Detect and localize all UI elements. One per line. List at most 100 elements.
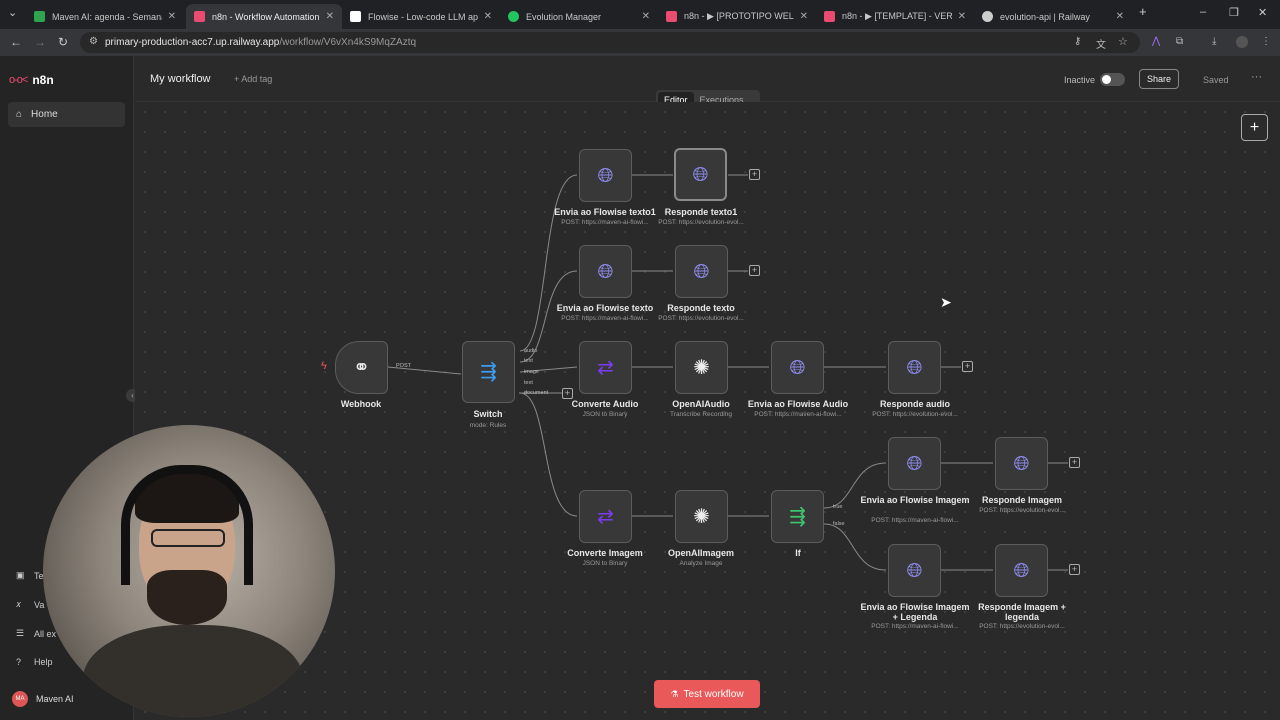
download-icon[interactable]: ⤓ xyxy=(1212,36,1216,47)
connection xyxy=(519,174,578,352)
saved-status: Saved xyxy=(1203,75,1229,85)
globe-icon: 🌐︎ xyxy=(906,452,923,475)
switch-node[interactable]: ⇶ xyxy=(462,341,515,403)
close-tab-icon[interactable]: ✕ xyxy=(958,11,966,22)
tab-favicon-icon xyxy=(350,11,361,22)
workflow-name[interactable]: My workflow xyxy=(150,73,211,85)
connection xyxy=(823,523,887,571)
http-node-flowise-texto1[interactable]: 🌐︎ xyxy=(579,149,632,202)
address-bar[interactable]: ⚙ primary-production-acc7.up.railway.app… xyxy=(80,32,1140,53)
openai-image-node[interactable]: ✺ xyxy=(675,490,728,543)
node-subtitle: POST: https://maven-ai-flowi... xyxy=(754,411,842,418)
convert-arrows-icon: ⇄ xyxy=(597,356,614,379)
avatar: MA xyxy=(12,691,28,707)
test-workflow-button[interactable]: ⚗ Test workflow xyxy=(654,680,760,708)
close-tab-icon[interactable]: ✕ xyxy=(168,11,176,22)
openai-icon: ✺ xyxy=(693,356,710,379)
http-node-flowise-imagem[interactable]: 🌐︎ xyxy=(888,437,941,490)
add-connection-button[interactable]: + xyxy=(562,388,573,399)
http-node-responde-imagem-legenda[interactable]: 🌐︎ xyxy=(995,544,1048,597)
site-info-icon[interactable]: ⚙ xyxy=(89,36,98,47)
reload-icon[interactable]: ↻ xyxy=(58,35,68,49)
http-node-responde-audio[interactable]: 🌐︎ xyxy=(888,341,941,394)
browser-tab-1[interactable]: Maven AI: agenda - Semana de✕ xyxy=(26,4,184,29)
http-node-flowise-imagem-legenda[interactable]: 🌐︎ xyxy=(888,544,941,597)
browser-tab-3[interactable]: Flowise - Low-code LLM apps b✕ xyxy=(342,4,500,29)
plus-icon: + xyxy=(1249,118,1260,136)
convert-image-node[interactable]: ⇄ xyxy=(579,490,632,543)
more-options-icon[interactable]: ··· xyxy=(1251,71,1262,83)
close-tab-icon[interactable]: ✕ xyxy=(642,11,650,22)
node-label: Envia ao Flowise texto1 xyxy=(554,207,656,217)
node-label: OpenAIImagem xyxy=(667,548,734,558)
node-label: Envia ao Flowise Audio xyxy=(747,399,849,409)
http-node-responde-imagem[interactable]: 🌐︎ xyxy=(995,437,1048,490)
extensions-puzzle-icon[interactable]: ⧉ xyxy=(1176,36,1183,47)
webhook-node[interactable]: ⚭ xyxy=(335,341,388,394)
port-label: text xyxy=(524,380,533,386)
node-subtitle: POST: https://maven-ai-flowi... xyxy=(871,623,959,630)
close-tab-icon[interactable]: ✕ xyxy=(484,11,492,22)
if-node[interactable]: ⇶ xyxy=(771,490,824,543)
close-tab-icon[interactable]: ✕ xyxy=(1116,11,1124,22)
translate-icon[interactable]: 文 xyxy=(1096,36,1106,51)
convert-audio-node[interactable]: ⇄ xyxy=(579,341,632,394)
sidebar-item-templates[interactable]: ▣ Te xyxy=(16,570,44,581)
tab-search-icon[interactable]: ⌄ xyxy=(8,6,17,19)
node-label: Converte Imagem xyxy=(567,548,643,558)
add-node-after-button[interactable]: + xyxy=(749,265,760,276)
browser-tab-2[interactable]: n8n - Workflow Automation ✕ xyxy=(186,4,342,29)
sidebar-item-variables[interactable]: 𝑥 Va xyxy=(16,599,44,610)
close-window-icon[interactable]: ✕ xyxy=(1258,6,1267,19)
browser-menu-icon[interactable]: ⋮ xyxy=(1261,36,1271,47)
close-tab-icon[interactable]: ✕ xyxy=(800,11,808,22)
minimize-icon[interactable]: – xyxy=(1200,6,1206,18)
maximize-icon[interactable]: ❐ xyxy=(1229,6,1239,19)
browser-tab-7[interactable]: evolution-api | Railway ✕ xyxy=(974,4,1132,29)
headset-icon xyxy=(121,465,253,585)
node-subtitle: POST: https://evolution-evol... xyxy=(658,315,744,322)
variables-icon: 𝑥 xyxy=(16,599,22,609)
add-node-after-button[interactable]: + xyxy=(962,361,973,372)
node-subtitle: Transcribe Recording xyxy=(670,411,732,418)
node-label: Responde texto xyxy=(667,303,735,313)
sidebar-item-executions[interactable]: ☰ All ex xyxy=(16,628,56,639)
new-tab-icon[interactable]: + xyxy=(1139,4,1147,19)
add-node-button[interactable]: + xyxy=(1241,114,1268,141)
flask-icon: ⚗ xyxy=(670,688,679,699)
node-label: Responde Imagem xyxy=(981,495,1063,505)
add-node-after-button[interactable]: + xyxy=(1069,457,1080,468)
globe-icon: 🌐︎ xyxy=(693,260,710,283)
browser-tab-5[interactable]: n8n - ▶ [PROTOTIPO WELL] - A✕ xyxy=(658,4,816,29)
user-menu[interactable]: MA Maven AI xyxy=(12,691,74,707)
http-node-responde-texto1[interactable]: 🌐︎ xyxy=(674,148,727,201)
extension-icon[interactable]: ⋀ xyxy=(1152,36,1160,47)
node-label: Switch xyxy=(473,409,503,419)
tab-favicon-icon xyxy=(34,11,45,22)
http-node-flowise-texto[interactable]: 🌐︎ xyxy=(579,245,632,298)
browser-tab-6[interactable]: n8n - ▶ [TEMPLATE] - VERIFICA✕ xyxy=(816,4,974,29)
node-subtitle: POST: https://evolution-evol... xyxy=(979,623,1065,630)
add-node-after-button[interactable]: + xyxy=(1069,564,1080,575)
globe-icon: 🌐︎ xyxy=(692,163,709,186)
activate-toggle[interactable] xyxy=(1100,73,1125,86)
node-label: Envia ao Flowise Imagem + Legenda xyxy=(860,602,970,622)
node-label: Envia ao Flowise texto xyxy=(556,303,654,313)
profile-avatar-icon[interactable] xyxy=(1236,36,1248,48)
share-button[interactable]: Share xyxy=(1139,69,1179,89)
forward-icon[interactable]: → xyxy=(34,35,46,49)
add-tag-button[interactable]: + Add tag xyxy=(234,74,272,84)
n8n-logo[interactable]: o-o< n8n xyxy=(9,73,54,87)
browser-tab-4[interactable]: Evolution Manager ✕ xyxy=(500,4,658,29)
http-node-flowise-audio[interactable]: 🌐︎ xyxy=(771,341,824,394)
back-icon[interactable]: ← xyxy=(10,35,22,49)
http-node-responde-texto[interactable]: 🌐︎ xyxy=(675,245,728,298)
templates-icon: ▣ xyxy=(16,570,25,580)
sidebar-item-home[interactable]: ⌂ Home xyxy=(8,102,125,127)
password-key-icon[interactable]: ⚷ xyxy=(1074,36,1081,47)
sidebar-item-help[interactable]: ? Help xyxy=(16,657,53,667)
bookmark-star-icon[interactable]: ☆ xyxy=(1118,35,1128,48)
add-node-after-button[interactable]: + xyxy=(749,169,760,180)
openai-audio-node[interactable]: ✺ xyxy=(675,341,728,394)
close-tab-icon[interactable]: ✕ xyxy=(326,11,334,22)
